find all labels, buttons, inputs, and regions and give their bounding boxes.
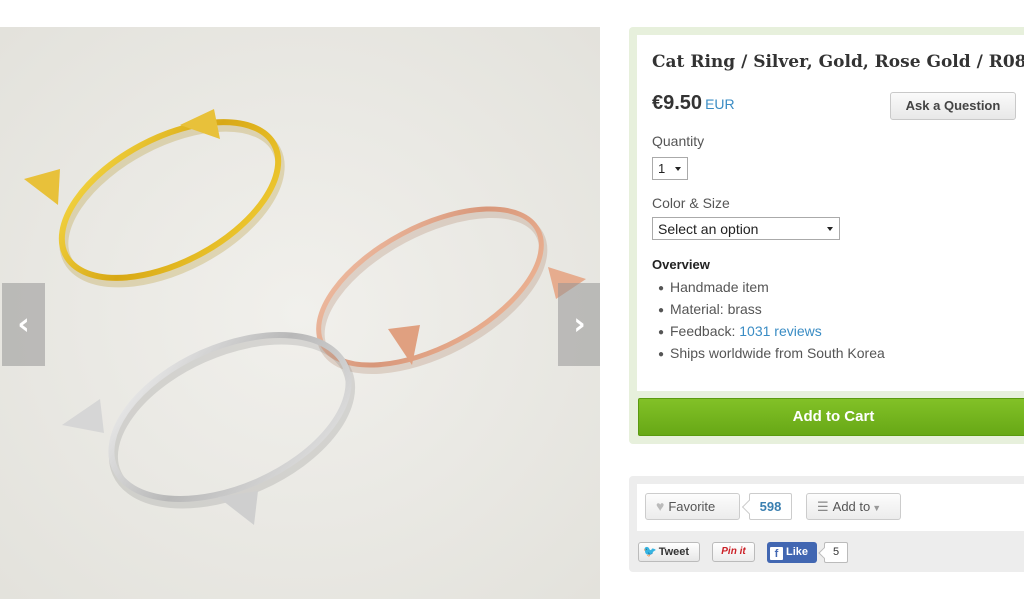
heart-icon: ♥ (656, 498, 665, 514)
buy-box: Cat Ring / Silver, Gold, Rose Gold / R08… (629, 27, 1024, 444)
overview-item: ● Feedback: 1031 reviews (658, 323, 822, 339)
variation-value: Select an option (658, 221, 759, 237)
quantity-value: 1 (658, 161, 666, 176)
facebook-like-label: Like (786, 546, 809, 558)
tweet-button[interactable]: 🐦 Tweet (638, 542, 700, 562)
tweet-label: Tweet (658, 546, 690, 558)
quantity-select[interactable]: 1 (652, 157, 688, 180)
caret-down-icon (827, 227, 833, 231)
add-to-label: Add to (832, 499, 871, 514)
previous-image-button[interactable]: ‹ (2, 283, 45, 366)
chevron-left-icon: ‹ (17, 306, 30, 342)
chevron-right-icon: › (573, 306, 586, 342)
add-to-cart-button[interactable]: Add to Cart (638, 398, 1024, 436)
dropdown-arrow-icon: ▼ (872, 503, 882, 513)
quantity-label: Quantity (652, 133, 705, 149)
favorite-row: ♥ Favorite 598 ☰ Add to ▼ (637, 484, 1024, 531)
overview-list: ● Handmade item ● Material: brass ● Feedbac… (658, 277, 885, 365)
caret-down-icon (675, 167, 681, 171)
variation-select[interactable]: Select an option (652, 217, 840, 240)
list-icon: ☰ (817, 499, 829, 514)
variation-label: Color & Size (652, 195, 730, 211)
listing-title: Cat Ring / Silver, Gold, Rose Gold / R08… (652, 52, 1024, 72)
ask-a-question-button[interactable]: Ask a Question (890, 92, 1016, 120)
facebook-like-count: 5 (824, 542, 848, 563)
overview-item: ● Material: brass (658, 301, 762, 317)
facebook-like-button[interactable]: f Like (767, 542, 817, 563)
favorite-label: Favorite (668, 499, 716, 514)
add-to-list-button[interactable]: ☰ Add to ▼ (806, 493, 901, 520)
buy-box-panel: Cat Ring / Silver, Gold, Rose Gold / R08… (637, 35, 1024, 391)
facebook-f-icon: f (770, 547, 783, 560)
overview-item: ● Ships worldwide from South Korea (658, 345, 885, 361)
pin-it-button[interactable]: Pin it (712, 542, 755, 562)
product-image-gallery: ‹ › (0, 27, 600, 599)
overview-item: ● Handmade item (658, 279, 769, 295)
price-row: €9.50 EUR (652, 92, 735, 115)
price: €9.50 (652, 92, 703, 114)
twitter-bird-icon: 🐦 (643, 546, 657, 558)
favorite-count[interactable]: 598 (749, 493, 792, 520)
favorite-button[interactable]: ♥ Favorite (645, 493, 740, 520)
overview-heading: Overview (652, 257, 710, 272)
product-photo (0, 27, 600, 599)
currency-code[interactable]: EUR (705, 96, 735, 112)
feedback-reviews-link[interactable]: 1031 reviews (739, 323, 822, 339)
next-image-button[interactable]: › (558, 283, 600, 366)
